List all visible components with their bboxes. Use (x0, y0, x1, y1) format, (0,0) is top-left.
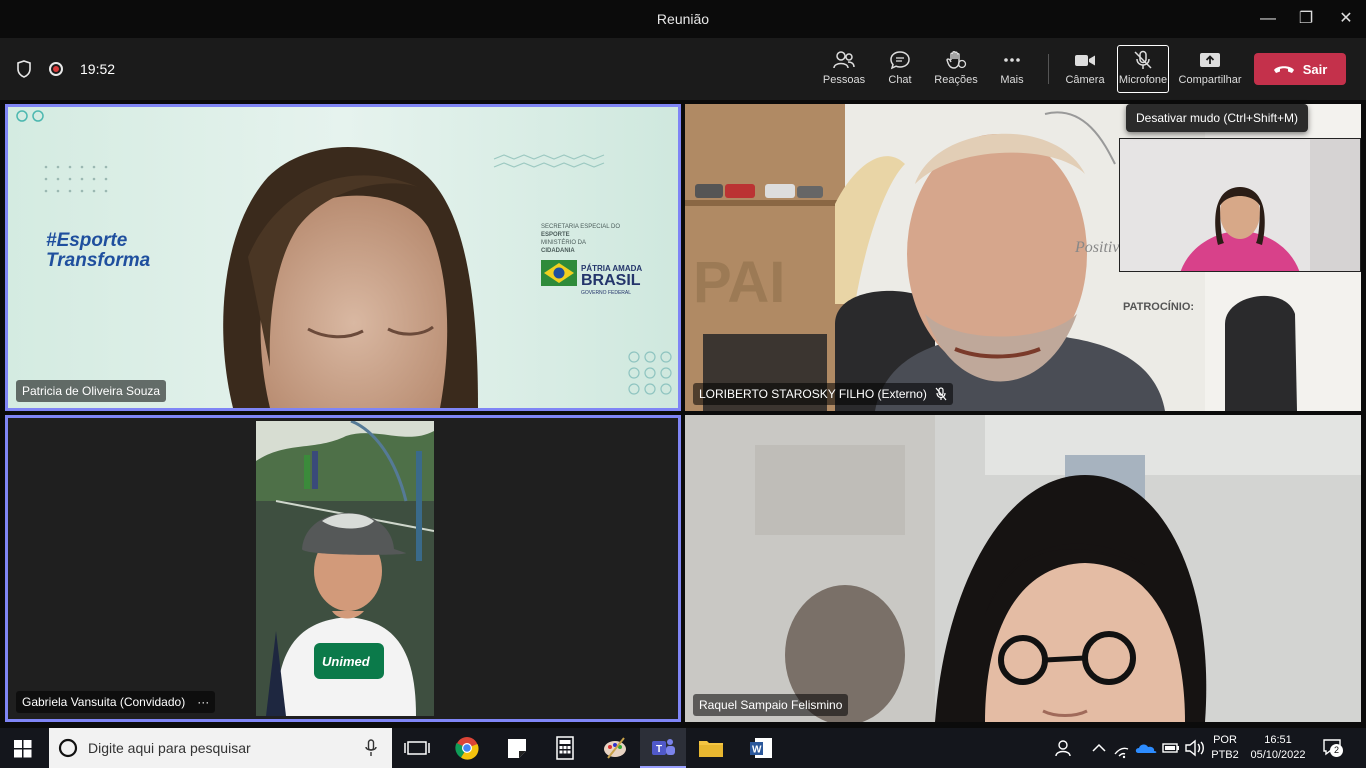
share-button[interactable]: Compartilhar (1176, 48, 1244, 94)
gov-text-4: CIDADANIA (541, 248, 575, 254)
camera-button[interactable]: Câmera (1064, 48, 1106, 94)
cortana-icon (58, 738, 78, 758)
microphone-tooltip: Desativar mudo (Ctrl+Shift+M) (1126, 104, 1309, 132)
share-screen-icon (1200, 53, 1220, 67)
video-tile-loriberto[interactable]: PAI Positiva e Gratidão - PodCast PATROC… (685, 104, 1361, 411)
clock-time: 16:51 (1264, 734, 1292, 746)
share-label: Compartilhar (1178, 74, 1242, 86)
teams-icon: T (652, 739, 675, 755)
people-tray-icon[interactable] (1050, 734, 1080, 762)
chat-icon (890, 51, 910, 70)
leave-label: Sair (1302, 61, 1328, 77)
shirt-logo: Unimed (322, 654, 371, 669)
calculator-icon[interactable] (550, 734, 580, 762)
slide-hashtag-line2: Transforma (46, 250, 151, 271)
word-icon[interactable]: W (746, 734, 776, 762)
participant-name: Gabriela Vansuita (Convidado) (22, 695, 186, 709)
reactions-button[interactable]: Reações (934, 48, 978, 94)
more-label: Mais (1000, 74, 1024, 86)
microphone-button[interactable]: Microfone (1117, 45, 1169, 93)
camera-label: Câmera (1065, 74, 1105, 86)
taskbar-search-box[interactable]: Digite aqui para pesquisar (49, 728, 392, 768)
meeting-toolbar: 19:52 Pessoas Chat Reações Mais Câmera M… (0, 38, 1366, 100)
minimize-button[interactable]: — (1257, 8, 1279, 30)
raise-hand-icon (946, 51, 967, 69)
file-explorer-icon[interactable] (696, 734, 726, 762)
video-tile-raquel[interactable]: Raquel Sampaio Felismino (685, 415, 1361, 722)
self-view-feed (1120, 139, 1360, 271)
toolbar-divider (1048, 54, 1049, 84)
windows-start-icon[interactable] (14, 740, 32, 758)
chat-button[interactable]: Chat (882, 48, 918, 94)
slide-hashtag-line1: #Esporte (46, 230, 128, 251)
hang-up-icon (1273, 66, 1294, 73)
window-title: Reunião (656, 11, 710, 27)
participant-name: Patricia de Oliveira Souza (22, 384, 161, 398)
microphone-label: Microfone (1118, 74, 1168, 86)
paint-icon[interactable] (600, 734, 630, 762)
people-button[interactable]: Pessoas (822, 48, 866, 94)
gov-text-2: ESPORTE (541, 232, 570, 238)
maximize-button[interactable]: ❐ (1295, 8, 1317, 30)
participant-name-badge: Raquel Sampaio Felismino (693, 694, 849, 716)
volume-icon[interactable] (1180, 734, 1210, 762)
svg-text:W: W (752, 745, 762, 756)
keyboard-layout: PTB2 (1211, 749, 1239, 761)
language-indicator[interactable]: POR PTB2 (1210, 728, 1240, 768)
language-code: POR (1213, 734, 1237, 746)
task-view-icon[interactable] (402, 734, 432, 762)
svg-text:T: T (656, 744, 662, 755)
brasil-logo: PÁTRIA AMADA BRASIL GOVERNO FEDERAL (581, 263, 642, 299)
gov-text: SECRETARIA ESPECIAL DO ESPORTE MINISTÉRI… (541, 223, 620, 255)
notification-center[interactable]: 2 (1322, 738, 1346, 760)
windows-taskbar: Digite aqui para pesquisar T W POR PTB2 … (0, 728, 1366, 768)
pai-letters: PAI (693, 250, 785, 315)
people-label: Pessoas (822, 74, 866, 86)
microphone-muted-icon (1134, 50, 1152, 69)
leave-button[interactable]: Sair (1254, 53, 1346, 85)
camera-icon (1075, 55, 1095, 66)
title-bar: Reunião — ❐ ✕ (0, 0, 1366, 38)
reactions-label: Reações (934, 74, 978, 86)
muted-mic-icon (935, 387, 947, 401)
self-view[interactable] (1119, 138, 1361, 272)
slide-hashtag: #Esporte Transforma (46, 231, 150, 271)
shield-icon[interactable] (16, 60, 32, 78)
microphone-icon[interactable] (365, 739, 377, 757)
video-tile-gabriela[interactable]: Unimed Gabriela Vansuita (Convidado) ··· (5, 415, 681, 722)
brasil-logo-line2: BRASIL (581, 272, 641, 289)
chrome-icon[interactable] (452, 734, 482, 762)
gabriela-video-feed: Unimed (256, 421, 434, 716)
sponsor-label: PATROCÍNIO: (1123, 300, 1194, 313)
clock-date: 05/10/2022 (1250, 749, 1306, 761)
participant-name: Raquel Sampaio Felismino (699, 698, 843, 712)
raquel-video-feed (685, 415, 1361, 722)
participant-name-badge: Gabriela Vansuita (Convidado) ··· (16, 691, 216, 713)
gov-text-3: MINISTÉRIO DA (541, 240, 587, 246)
participant-name-badge: Patricia de Oliveira Souza (16, 380, 167, 402)
sticky-notes-icon[interactable] (502, 734, 532, 762)
participant-name: LORIBERTO STAROSKY FILHO (Externo) (699, 387, 927, 401)
chat-label: Chat (888, 74, 912, 86)
participant-more-icon[interactable]: ··· (197, 695, 209, 709)
video-tile-patricia[interactable]: #Esporte Transforma SECRETARIA ESPECIAL … (5, 104, 681, 411)
gov-text-1: SECRETARIA ESPECIAL DO (541, 224, 621, 230)
more-icon (1004, 58, 1020, 62)
meeting-timer: 19:52 (80, 61, 116, 77)
participant-name-badge: LORIBERTO STAROSKY FILHO (Externo) (693, 383, 953, 405)
notification-count: 2 (1330, 744, 1343, 757)
teams-taskbar-active[interactable]: T (640, 728, 686, 768)
more-button[interactable]: Mais (996, 48, 1028, 94)
recording-icon (49, 62, 63, 76)
close-button[interactable]: ✕ (1335, 8, 1357, 30)
search-placeholder: Digite aqui para pesquisar (88, 740, 251, 756)
clock[interactable]: 16:51 05/10/2022 (1246, 728, 1310, 768)
people-icon (833, 51, 855, 69)
